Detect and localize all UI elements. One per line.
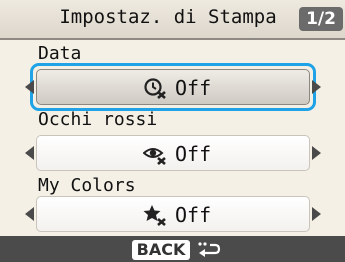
- date-setting-label: Data: [38, 43, 82, 64]
- red-eye-setting-label: Occhi rossi: [38, 109, 158, 130]
- back-button[interactable]: BACK: [132, 240, 190, 260]
- my-colors-icon: [143, 205, 166, 226]
- my-colors-setting-value: Off: [175, 203, 212, 227]
- my-colors-setting-label: My Colors: [38, 175, 136, 196]
- next-option-arrow-icon[interactable]: [312, 146, 321, 160]
- date-imprint-icon: [144, 78, 166, 99]
- red-eye-correction-icon: [143, 148, 166, 165]
- previous-option-arrow-icon[interactable]: [25, 80, 34, 94]
- next-option-arrow-icon[interactable]: [312, 80, 321, 94]
- my-colors-setting-row[interactable]: Off: [0, 196, 345, 232]
- title-bar: Impostaz. di Stampa 1/2: [0, 0, 345, 40]
- date-setting-row[interactable]: Off: [0, 63, 345, 111]
- date-setting-field[interactable]: Off: [36, 69, 310, 105]
- red-eye-setting-value: Off: [175, 142, 212, 166]
- print-settings-screen: Impostaz. di Stampa 1/2 Data Off Occhi r…: [0, 0, 345, 262]
- red-eye-setting-field[interactable]: Off: [36, 135, 310, 171]
- bottom-bar: BACK: [0, 236, 345, 262]
- my-colors-setting-field[interactable]: Off: [36, 196, 310, 232]
- previous-option-arrow-icon[interactable]: [25, 146, 34, 160]
- page-indicator-badge: 1/2: [299, 7, 343, 31]
- next-option-arrow-icon[interactable]: [312, 207, 321, 221]
- return-arrow-icon: [198, 242, 221, 257]
- date-setting-value: Off: [175, 76, 212, 100]
- red-eye-setting-row[interactable]: Off: [0, 135, 345, 171]
- previous-option-arrow-icon[interactable]: [25, 207, 34, 221]
- page-title: Impostaz. di Stampa: [59, 6, 277, 28]
